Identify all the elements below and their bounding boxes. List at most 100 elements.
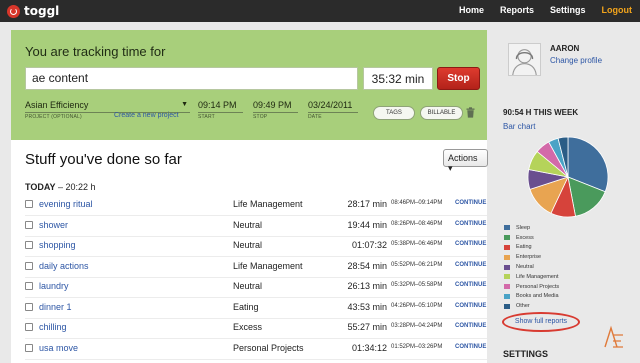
legend-label: Books and Media — [516, 293, 559, 300]
legend-item: Life Management — [504, 272, 559, 282]
billable-button[interactable]: BILLABLE — [420, 106, 463, 120]
entry-checkbox[interactable] — [25, 200, 33, 208]
legend-label: Excess — [516, 234, 534, 241]
legend-swatch — [504, 225, 510, 231]
trash-icon[interactable] — [466, 107, 475, 118]
entry-description[interactable]: daily actions — [39, 261, 89, 271]
entry-description[interactable]: shopping — [39, 240, 76, 250]
entry-row[interactable]: shower Neutral 19:44 min 08:26PM–08:46PM CON… — [25, 217, 487, 237]
nav-settings[interactable]: Settings — [550, 5, 586, 15]
app-name: toggl — [24, 4, 60, 18]
project-select-value: Asian Efficiency — [25, 100, 89, 110]
entry-checkbox[interactable] — [25, 282, 33, 290]
entry-description[interactable]: evening ritual — [39, 199, 93, 209]
continue-button[interactable]: CONTINUE — [455, 323, 486, 329]
settings-heading: SETTINGS — [503, 349, 549, 359]
day-total: – 20:22 h — [58, 182, 96, 192]
entry-project: Neutral — [233, 219, 263, 230]
entry-checkbox[interactable] — [25, 343, 33, 352]
continue-button[interactable]: CONTINUE — [455, 344, 486, 350]
tags-button[interactable]: TAGS — [373, 106, 415, 120]
entry-checkbox[interactable] — [25, 241, 33, 249]
change-profile-link[interactable]: Change profile — [550, 56, 602, 65]
legend-label: Neutral — [516, 264, 534, 271]
legend-swatch — [504, 235, 510, 241]
legend-item: Personal Projects — [504, 282, 559, 292]
entry-row[interactable]: evening ritual Life Management 28:17 min 08… — [25, 196, 487, 216]
legend-label: Life Management — [516, 273, 559, 280]
main-nav: Home Reports Settings Logout — [459, 5, 632, 15]
day-header: TODAY – 20:22 h — [25, 182, 96, 192]
legend-item: Excess — [504, 233, 559, 243]
nav-logout[interactable]: Logout — [602, 5, 633, 15]
entry-project: Eating — [233, 301, 259, 312]
legend-item: Enterprise — [504, 252, 559, 262]
entry-description[interactable]: shower — [39, 220, 68, 230]
watermark-logo — [604, 325, 623, 348]
caret-down-icon: ▼ — [181, 101, 188, 108]
stop-button[interactable]: Stop — [437, 67, 480, 90]
legend-swatch — [504, 284, 510, 290]
entry-description[interactable]: dinner 1 — [39, 302, 72, 312]
legend-swatch — [504, 293, 510, 299]
entry-checkbox[interactable] — [25, 302, 33, 311]
entry-row[interactable]: daily actions Life Management 28:54 min 05:… — [25, 258, 487, 278]
main-panel: You are tracking time for ae content 35:… — [11, 30, 488, 363]
entry-description[interactable]: laundry — [39, 281, 69, 291]
week-total: 90:54 H THIS WEEK — [503, 108, 579, 117]
elapsed-timer[interactable]: 35:32 min — [363, 67, 433, 90]
description-input[interactable]: ae content — [25, 67, 358, 90]
start-label: START — [198, 114, 215, 120]
nav-reports[interactable]: Reports — [500, 5, 534, 15]
entry-row[interactable]: laundry Neutral 26:13 min 05:32PM–05:58PM CO… — [25, 278, 487, 298]
user-name: AARON — [550, 44, 580, 53]
entry-project: Excess — [233, 322, 263, 332]
legend-item: Eating — [504, 243, 559, 253]
toggl-logo[interactable]: toggl — [7, 4, 59, 18]
tracker-heading: You are tracking time for — [25, 44, 166, 59]
continue-button[interactable]: CONTINUE — [455, 221, 486, 227]
legend-swatch — [504, 254, 510, 260]
continue-button[interactable]: CONTINUE — [455, 262, 486, 268]
entry-time-range: 03:28PM–04:24PM — [391, 323, 443, 329]
entry-row[interactable]: chilling Excess 55:27 min 03:28PM–04:24PM CO… — [25, 319, 487, 339]
tracker-panel: You are tracking time for ae content 35:… — [11, 30, 487, 140]
legend-label: Other — [516, 303, 530, 310]
entry-description[interactable]: usa move — [39, 343, 78, 353]
bar-chart-link[interactable]: Bar chart — [503, 122, 535, 131]
day-label: TODAY — [25, 182, 56, 192]
create-project-link[interactable]: Create a new project — [114, 112, 179, 119]
start-time-field[interactable]: 09:14 PM — [198, 100, 243, 113]
show-full-reports-link[interactable]: Show full reports — [502, 312, 580, 332]
entry-row[interactable]: dinner 1 Eating 43:53 min 04:26PM–05:10PM CO… — [25, 299, 487, 319]
time-pie-chart[interactable] — [527, 136, 609, 218]
continue-button[interactable]: CONTINUE — [455, 241, 486, 247]
legend-swatch — [504, 303, 510, 309]
continue-button[interactable]: CONTINUE — [455, 200, 486, 206]
stop-time-field[interactable]: 09:49 PM — [253, 100, 298, 113]
entry-checkbox[interactable] — [25, 220, 33, 229]
section-title: Stuff you've done so far — [25, 151, 182, 168]
continue-button[interactable]: CONTINUE — [455, 282, 486, 288]
entry-description[interactable]: chilling — [39, 322, 67, 332]
entry-row[interactable]: shopping Neutral 01:07:32 05:38PM–06:46PM CO… — [25, 237, 487, 257]
entry-duration: 28:54 min — [347, 260, 387, 271]
entry-duration: 19:44 min — [347, 219, 387, 230]
entry-row[interactable]: usa move Personal Projects 01:34:12 01:52PM… — [25, 340, 487, 360]
actions-button[interactable]: Actions ▾ — [443, 149, 488, 173]
legend-label: Sleep — [516, 224, 531, 231]
date-field[interactable]: 03/24/2011 — [308, 100, 358, 113]
nav-home[interactable]: Home — [459, 5, 484, 15]
entry-duration: 43:53 min — [347, 301, 387, 312]
legend-swatch — [504, 274, 510, 280]
entry-checkbox[interactable] — [25, 323, 33, 331]
entry-duration: 55:27 min — [347, 322, 387, 332]
entry-checkbox[interactable] — [25, 261, 33, 270]
continue-button[interactable]: CONTINUE — [455, 303, 486, 309]
legend-swatch — [504, 264, 510, 270]
stop-time-label: STOP — [253, 114, 268, 120]
avatar[interactable] — [508, 43, 541, 76]
entry-duration: 01:07:32 — [351, 240, 387, 250]
legend-label: Eating — [516, 244, 532, 251]
pie-legend: Sleep Excess Eating Enterprise Neutral Life M… — [504, 223, 559, 311]
